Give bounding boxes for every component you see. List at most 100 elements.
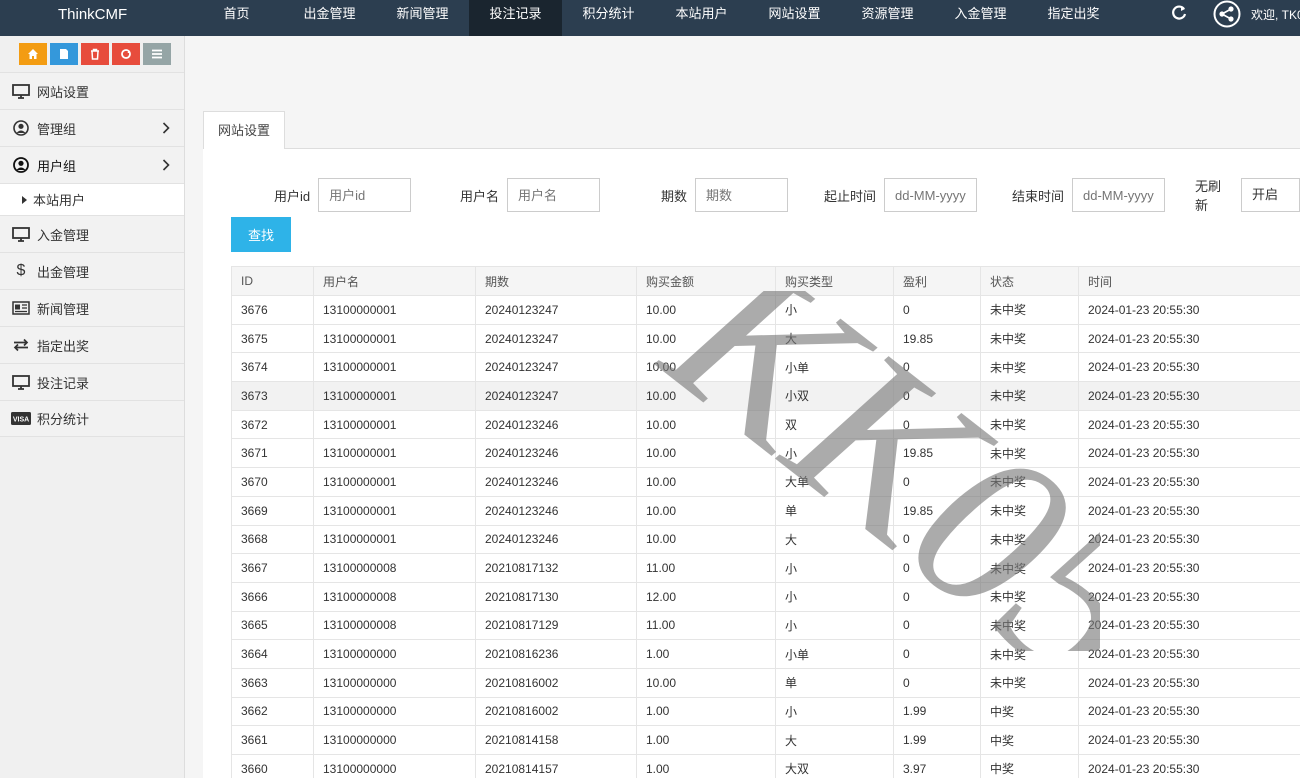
sidebar-item-points-stats[interactable]: VISA 积分统计 <box>0 400 184 437</box>
column-header[interactable]: 状态 <box>980 266 1079 296</box>
sidebar-item-site-settings[interactable]: 网站设置 <box>0 72 184 109</box>
user-id-input[interactable] <box>318 178 412 212</box>
table-cell: 20210817132 <box>475 553 637 583</box>
table-cell: 2024-01-23 20:55:30 <box>1078 639 1300 669</box>
table-cell: 3668 <box>231 524 314 555</box>
sidebar-item-admin-group[interactable]: 管理组 <box>0 109 184 146</box>
sidebar-item-withdraw-management[interactable]: $ 出金管理 <box>0 252 184 289</box>
table-row[interactable]: 3665 13100000008 20210817129 11.00 小 0 未中奖 2024… <box>231 610 1300 641</box>
table-cell: 2024-01-23 20:55:30 <box>1078 581 1300 612</box>
nav-item[interactable]: 本站用户 <box>655 0 748 36</box>
trash-shortcut-button[interactable] <box>81 43 109 65</box>
chevron-right-icon <box>162 122 170 134</box>
table-row[interactable]: 3671 13100000001 20240123246 10.00 小 19.85 未中奖… <box>231 438 1300 469</box>
table-row[interactable]: 3667 13100000008 20210817132 11.00 小 0 未中奖 2024… <box>231 553 1300 583</box>
sidebar-item-user-group[interactable]: 用户组 <box>0 146 184 183</box>
sidebar-item-news-management[interactable]: 新闻管理 <box>0 289 184 326</box>
table-cell: 未中奖 <box>980 639 1079 669</box>
brand-logo[interactable]: ThinkCMF <box>58 0 127 36</box>
user-id-filter: 用户id <box>274 178 412 212</box>
table-row[interactable]: 3670 13100000001 20240123246 10.00 大单 0 未中奖 202… <box>231 467 1300 497</box>
sidebar-item-site-users[interactable]: 本站用户 <box>0 183 184 215</box>
table-cell: 0 <box>893 553 981 583</box>
column-header[interactable]: 时间 <box>1078 266 1300 296</box>
nav-item[interactable]: 积分统计 <box>562 0 655 36</box>
nav-item[interactable]: 入金管理 <box>934 0 1027 36</box>
table-row[interactable]: 3663 13100000000 20210816002 10.00 单 0 未中奖 2024… <box>231 667 1300 698</box>
table-cell: 0 <box>893 524 981 555</box>
table-row[interactable]: 3672 13100000001 20240123246 10.00 双 0 未中奖 2024… <box>231 409 1300 440</box>
table-row[interactable]: 3660 13100000000 20210814157 1.00 大双 3.97 中奖 20… <box>231 754 1300 778</box>
table-row[interactable]: 3662 13100000000 20210816002 1.00 小 1.99 中奖 202… <box>231 696 1300 727</box>
table-row[interactable]: 3666 13100000008 20210817130 12.00 小 0 未中奖 2024… <box>231 581 1300 612</box>
end-time-filter: 结束时间 <box>1012 178 1166 212</box>
no-refresh-select[interactable]: 开启 <box>1241 178 1300 212</box>
nav-item[interactable]: 新闻管理 <box>376 0 469 36</box>
visa-icon: VISA <box>11 411 31 427</box>
table-cell: 小单 <box>775 639 894 669</box>
column-header[interactable]: 盈利 <box>893 266 981 296</box>
user-circle-icon <box>11 157 31 173</box>
table-row[interactable]: 3675 13100000001 20240123247 10.00 大 19.85 未中奖… <box>231 323 1300 354</box>
table-cell: 1.00 <box>636 725 776 755</box>
main-nav: 首页 出金管理 新闻管理 投注记录 积分统计 本站用户 网站设置 资源管理 入金管理 指定出奖 <box>190 0 1120 36</box>
sidebar-item-deposit-management[interactable]: 入金管理 <box>0 215 184 252</box>
nav-item[interactable]: 首页 <box>190 0 283 36</box>
table-cell: 19.85 <box>893 438 981 469</box>
table-cell: 20210816002 <box>475 667 637 698</box>
table-cell: 20240123246 <box>475 438 637 469</box>
file-shortcut-button[interactable] <box>50 43 78 65</box>
home-icon <box>28 49 38 59</box>
table-row[interactable]: 3673 13100000001 20240123247 10.00 小双 0 未中奖 202… <box>231 381 1300 411</box>
username-input[interactable] <box>507 178 601 212</box>
table-cell: 20240123246 <box>475 409 637 440</box>
start-time-input[interactable] <box>884 178 978 212</box>
sidebar-item-bet-records[interactable]: 投注记录 <box>0 363 184 400</box>
search-button[interactable]: 查找 <box>231 217 291 252</box>
list-shortcut-button[interactable] <box>143 43 171 65</box>
table-row[interactable]: 3664 13100000000 20210816236 1.00 小单 0 未中奖 2024… <box>231 639 1300 669</box>
table-cell: 20240123247 <box>475 381 637 411</box>
nav-item[interactable]: 出金管理 <box>283 0 376 36</box>
table-cell: 20240123246 <box>475 524 637 555</box>
table-row[interactable]: 3669 13100000001 20240123246 10.00 单 19.85 未中奖… <box>231 495 1300 526</box>
nav-item[interactable]: 资源管理 <box>841 0 934 36</box>
column-header[interactable]: 期数 <box>475 266 637 296</box>
column-header[interactable]: 购买金额 <box>636 266 776 296</box>
table-cell: 未中奖 <box>980 467 1079 497</box>
nav-item[interactable]: 投注记录 <box>469 0 562 36</box>
column-header[interactable]: 用户名 <box>313 266 476 296</box>
table-cell: 小 <box>775 581 894 612</box>
table-cell: 0 <box>893 381 981 411</box>
dollar-icon: $ <box>16 262 26 279</box>
refresh-icon[interactable] <box>1171 5 1187 21</box>
share-icon[interactable] <box>1213 0 1241 28</box>
table-cell: 未中奖 <box>980 438 1079 469</box>
table-cell: 大双 <box>775 754 894 778</box>
table-row[interactable]: 3668 13100000001 20240123246 10.00 大 0 未中奖 2024… <box>231 524 1300 555</box>
period-input[interactable] <box>695 178 789 212</box>
welcome-text[interactable]: 欢迎, TK058 <box>1251 0 1300 30</box>
tab-site-settings[interactable]: 网站设置 <box>203 111 285 149</box>
table-cell: 10.00 <box>636 524 776 555</box>
monitor-icon <box>11 83 31 99</box>
table-cell: 3670 <box>231 467 314 497</box>
table-cell: 未中奖 <box>980 323 1079 354</box>
nav-item[interactable]: 指定出奖 <box>1027 0 1120 36</box>
home-shortcut-button[interactable] <box>19 43 47 65</box>
sidebar-item-assign-prize[interactable]: 指定出奖 <box>0 326 184 363</box>
table-cell: 2024-01-23 20:55:30 <box>1078 696 1300 727</box>
nav-item[interactable]: 网站设置 <box>748 0 841 36</box>
recycle-shortcut-button[interactable] <box>112 43 140 65</box>
list-icon <box>152 49 162 59</box>
table-cell: 20210817129 <box>475 610 637 641</box>
column-header[interactable]: 购买类型 <box>775 266 894 296</box>
table-row[interactable]: 3674 13100000001 20240123247 10.00 小单 0 未中奖 202… <box>231 352 1300 383</box>
end-time-input[interactable] <box>1072 178 1166 212</box>
sidebar-item-label: 出金管理 <box>37 264 90 280</box>
column-header[interactable]: ID <box>231 266 314 296</box>
table-row[interactable]: 3676 13100000001 20240123247 10.00 小 0 未中奖 2024… <box>231 295 1300 325</box>
table-cell: 小 <box>775 610 894 641</box>
sidebar-item-label: 本站用户 <box>33 193 86 208</box>
table-row[interactable]: 3661 13100000000 20210814158 1.00 大 1.99 中奖 202… <box>231 725 1300 755</box>
